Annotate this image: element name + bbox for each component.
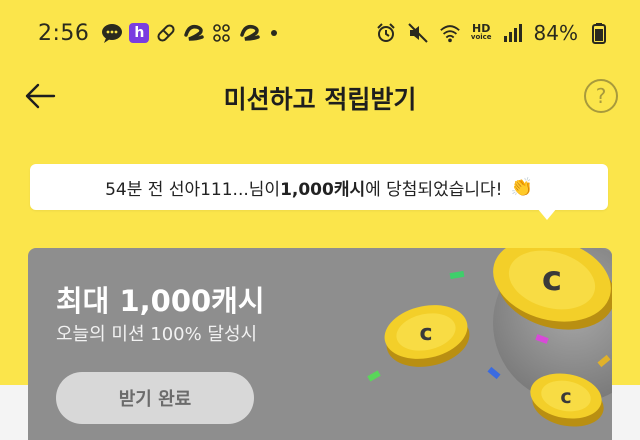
swirl-icon xyxy=(183,22,205,44)
hd-voice-icon: HD voice xyxy=(470,22,492,41)
more-notifications-dot xyxy=(271,30,278,36)
page-title: 미션하고 적립받기 xyxy=(223,85,417,114)
bubble-tail xyxy=(537,208,557,220)
reward-subtitle: 오늘의 미션 100% 달성시 xyxy=(56,324,258,345)
status-bar: 2:56 h HD voice 84% xyxy=(0,0,640,66)
system-icons: HD voice 84% xyxy=(375,21,610,45)
svg-text:c: c xyxy=(542,259,562,299)
chat-bubble-icon xyxy=(101,22,123,44)
swirl-icon xyxy=(239,22,261,44)
coins-illustration: c c c xyxy=(367,248,612,427)
winner-notice-suffix: 에 당첨되었습니다! xyxy=(365,179,503,200)
svg-text:c: c xyxy=(560,386,571,408)
confetti xyxy=(449,270,465,280)
clapping-hands-icon: 👏 xyxy=(510,176,533,198)
svg-text:c: c xyxy=(419,321,432,346)
battery-percent: 84% xyxy=(533,21,578,45)
medium-coin: c xyxy=(384,305,470,367)
notification-icons: h xyxy=(101,22,278,44)
grid-app-icon xyxy=(211,22,233,44)
winner-notice: 54분 전 선아111...님이 1,000캐시 에 당첨되었습니다! 👏 xyxy=(30,164,608,210)
signal-icon xyxy=(502,22,524,44)
claim-complete-button[interactable]: 받기 완료 xyxy=(56,372,254,424)
mission-reward-card: 최대 1,000캐시 오늘의 미션 100% 달성시 받기 완료 c c c xyxy=(28,248,612,440)
help-button[interactable]: ? xyxy=(584,79,618,113)
mute-icon xyxy=(407,22,429,44)
battery-icon xyxy=(588,22,610,44)
winner-notice-prefix: 54분 전 선아111...님이 xyxy=(105,179,281,200)
question-mark-icon: ? xyxy=(595,84,607,108)
confetti xyxy=(487,366,501,380)
status-time: 2:56 xyxy=(38,20,90,46)
h-app-icon: h xyxy=(129,23,150,43)
confetti xyxy=(367,370,381,382)
pill-icon xyxy=(155,22,177,44)
winner-notice-amount: 1,000캐시 xyxy=(280,179,366,200)
reward-title: 최대 1,000캐시 xyxy=(56,284,265,318)
alarm-icon xyxy=(375,22,397,44)
app-header: 미션하고 적립받기 ? xyxy=(0,66,640,126)
wifi-icon xyxy=(439,22,461,44)
